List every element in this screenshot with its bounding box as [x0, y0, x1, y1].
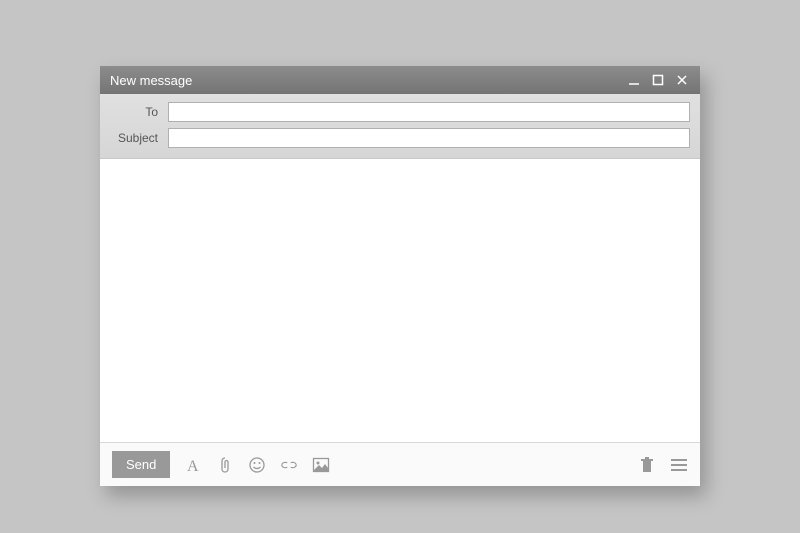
menu-icon[interactable]: [670, 456, 688, 474]
titlebar: New message: [100, 66, 700, 94]
close-icon[interactable]: [674, 72, 690, 88]
message-body[interactable]: [100, 159, 700, 442]
window-title: New message: [110, 73, 192, 88]
compose-window: New message To Subject Send A: [100, 66, 700, 486]
attachment-icon[interactable]: [216, 456, 234, 474]
link-icon[interactable]: [280, 456, 298, 474]
subject-input[interactable]: [168, 128, 690, 148]
to-label: To: [110, 105, 168, 119]
to-row: To: [110, 102, 690, 122]
header-fields: To Subject: [100, 94, 700, 159]
maximize-icon[interactable]: [650, 72, 666, 88]
emoji-icon[interactable]: [248, 456, 266, 474]
image-icon[interactable]: [312, 456, 330, 474]
toolbar: Send A: [100, 442, 700, 486]
send-button[interactable]: Send: [112, 451, 170, 478]
to-input[interactable]: [168, 102, 690, 122]
toolbar-left: Send A: [112, 451, 330, 478]
trash-icon[interactable]: [638, 456, 656, 474]
svg-text:A: A: [187, 458, 199, 474]
toolbar-right: [638, 456, 688, 474]
subject-row: Subject: [110, 128, 690, 148]
minimize-icon[interactable]: [626, 72, 642, 88]
font-icon[interactable]: A: [184, 456, 202, 474]
window-controls: [626, 72, 690, 88]
subject-label: Subject: [110, 131, 168, 145]
